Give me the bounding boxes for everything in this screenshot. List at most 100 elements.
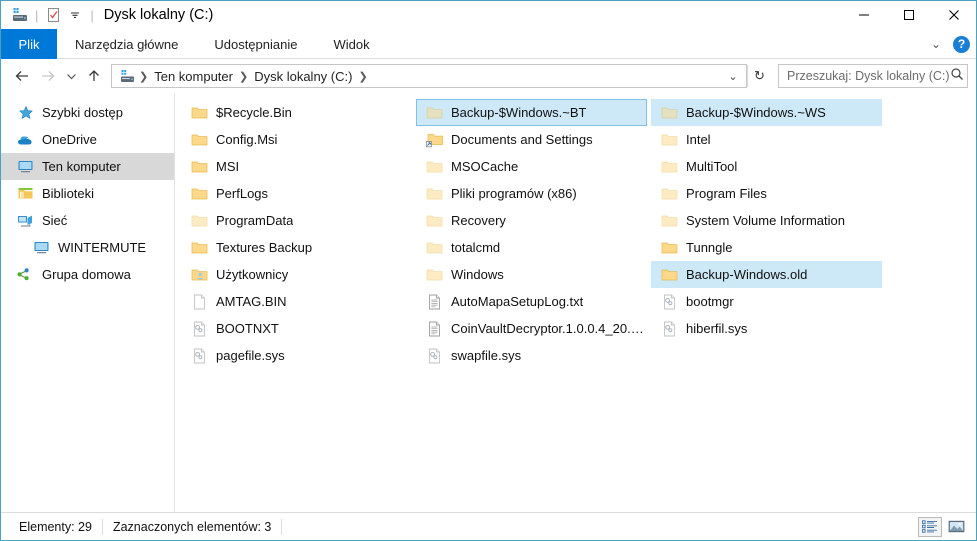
- network-icon: [17, 212, 34, 229]
- tab-plik[interactable]: Plik: [1, 29, 57, 59]
- list-item[interactable]: pagefile.sys: [181, 342, 412, 369]
- chevron-down-icon[interactable]: [64, 5, 86, 25]
- tab-widok[interactable]: Widok: [315, 29, 387, 59]
- search-box[interactable]: Przeszukaj: Dysk lokalny (C:): [778, 64, 968, 88]
- maximize-button[interactable]: [886, 1, 931, 29]
- folder-hidden-icon: [425, 239, 443, 257]
- list-item[interactable]: MSOCache: [416, 153, 647, 180]
- list-item[interactable]: Backup-$Windows.~WS: [651, 99, 882, 126]
- sidebar-item-biblioteki[interactable]: Biblioteki: [1, 180, 174, 207]
- sidebar-item-label: Sieć: [42, 213, 68, 228]
- close-button[interactable]: [931, 1, 976, 29]
- list-item[interactable]: Recovery: [416, 207, 647, 234]
- sidebar-item-label: OneDrive: [42, 132, 97, 147]
- sidebar-item-ten-komputer[interactable]: Ten komputer: [1, 153, 174, 180]
- list-item[interactable]: AutoMapaSetupLog.txt: [416, 288, 647, 315]
- list-item[interactable]: bootmgr: [651, 288, 882, 315]
- address-bar[interactable]: ❯ Ten komputer ❯ Dysk lokalny (C:) ❯ ⌄: [111, 64, 747, 88]
- list-item[interactable]: Textures Backup: [181, 234, 412, 261]
- address-dropdown-icon[interactable]: ⌄: [722, 70, 744, 83]
- file-name: Użytkownicy: [216, 267, 289, 282]
- folder-hidden-icon: [660, 185, 678, 203]
- file-name: Recovery: [451, 213, 506, 228]
- breadcrumb-separator-0[interactable]: ❯: [137, 70, 150, 83]
- tab-narzedzia-glowne[interactable]: Narzędzia główne: [57, 29, 196, 59]
- file-name: BOOTNXT: [216, 321, 279, 336]
- sidebar-item-label: WINTERMUTE: [58, 240, 147, 255]
- file-list-pane[interactable]: $Recycle.Bin Config.Msi MSI PerfLogs Pro…: [175, 93, 976, 512]
- list-item[interactable]: Pliki programów (x86): [416, 180, 647, 207]
- sidebar-item-onedrive[interactable]: OneDrive: [1, 126, 174, 153]
- list-item[interactable]: ProgramData: [181, 207, 412, 234]
- list-item[interactable]: Windows: [416, 261, 647, 288]
- file-name: totalcmd: [451, 240, 501, 255]
- file-name: AMTAG.BIN: [216, 294, 287, 309]
- list-item[interactable]: Documents and Settings: [416, 126, 647, 153]
- recent-locations-button[interactable]: [61, 63, 81, 89]
- breadcrumb-separator-2[interactable]: ❯: [356, 70, 369, 83]
- list-item[interactable]: MultiTool: [651, 153, 882, 180]
- file-name: MSI: [216, 159, 240, 174]
- breadcrumb-item-dysk-lokalny[interactable]: Dysk lokalny (C:): [250, 69, 356, 84]
- help-icon[interactable]: ?: [953, 35, 970, 53]
- list-item[interactable]: Backup-Windows.old: [651, 261, 882, 288]
- address-bar-right: ⌄: [722, 70, 744, 83]
- folder-hidden-icon: [425, 158, 443, 176]
- folder-icon: [190, 185, 208, 203]
- sidebar-item-szybki-dostep[interactable]: Szybki dostęp: [1, 99, 174, 126]
- expand-ribbon-icon[interactable]: ⌄: [927, 38, 945, 50]
- list-item[interactable]: AMTAG.BIN: [181, 288, 412, 315]
- sidebar-item-label: Biblioteki: [42, 186, 95, 201]
- list-item[interactable]: CoinVaultDecryptor.1.0.0.4_20.04.20...: [416, 315, 647, 342]
- sidebar-item-grupa-domowa[interactable]: Grupa domowa: [1, 261, 174, 288]
- refresh-button[interactable]: ↻: [747, 65, 771, 87]
- window-controls: [841, 1, 976, 29]
- list-item[interactable]: Intel: [651, 126, 882, 153]
- folder-hidden-icon: [190, 212, 208, 230]
- breadcrumb-item-ten-komputer[interactable]: Ten komputer: [150, 69, 237, 84]
- file-name: $Recycle.Bin: [216, 105, 292, 120]
- properties-icon[interactable]: [42, 5, 64, 25]
- file-column-3: Backup-$Windows.~WS Intel MultiTool Prog…: [651, 99, 886, 512]
- list-item[interactable]: totalcmd: [416, 234, 647, 261]
- list-item[interactable]: Backup-$Windows.~BT: [416, 99, 647, 126]
- folder-hidden-icon: [425, 266, 443, 284]
- list-item[interactable]: hiberfil.sys: [651, 315, 882, 342]
- file-name: PerfLogs: [216, 186, 269, 201]
- folder-icon: [190, 158, 208, 176]
- list-item[interactable]: Użytkownicy: [181, 261, 412, 288]
- list-item[interactable]: Config.Msi: [181, 126, 412, 153]
- search-input[interactable]: Przeszukaj: Dysk lokalny (C:): [787, 69, 950, 83]
- file-name: Documents and Settings: [451, 132, 593, 147]
- list-item[interactable]: BOOTNXT: [181, 315, 412, 342]
- large-icons-view-button[interactable]: [944, 517, 968, 537]
- view-toggle-group: [918, 516, 968, 537]
- breadcrumb-separator-1[interactable]: ❯: [237, 70, 250, 83]
- qat-divider: |: [35, 7, 39, 23]
- search-icon: [950, 67, 964, 86]
- list-item[interactable]: swapfile.sys: [416, 342, 647, 369]
- list-item[interactable]: PerfLogs: [181, 180, 412, 207]
- back-button[interactable]: [9, 63, 35, 89]
- file-system-icon: [660, 320, 678, 338]
- list-item[interactable]: Tunngle: [651, 234, 882, 261]
- list-item[interactable]: $Recycle.Bin: [181, 99, 412, 126]
- tab-udostepnianie[interactable]: Udostępnianie: [196, 29, 315, 59]
- list-item[interactable]: MSI: [181, 153, 412, 180]
- file-name: AutoMapaSetupLog.txt: [451, 294, 584, 309]
- folder-icon: [190, 104, 208, 122]
- forward-button[interactable]: [35, 63, 61, 89]
- folder-icon: [190, 131, 208, 149]
- folder-hidden-icon: [660, 158, 678, 176]
- libraries-icon: [17, 185, 34, 202]
- list-item[interactable]: Program Files: [651, 180, 882, 207]
- cloud-icon: [17, 131, 34, 148]
- details-view-button[interactable]: [918, 516, 942, 537]
- star-icon: [17, 104, 34, 121]
- minimize-button[interactable]: [841, 1, 886, 29]
- sidebar-item-siec[interactable]: Sieć: [1, 207, 174, 234]
- file-name: Intel: [686, 132, 711, 147]
- list-item[interactable]: System Volume Information: [651, 207, 882, 234]
- up-button[interactable]: [81, 63, 107, 89]
- sidebar-item-wintermute[interactable]: WINTERMUTE: [1, 234, 174, 261]
